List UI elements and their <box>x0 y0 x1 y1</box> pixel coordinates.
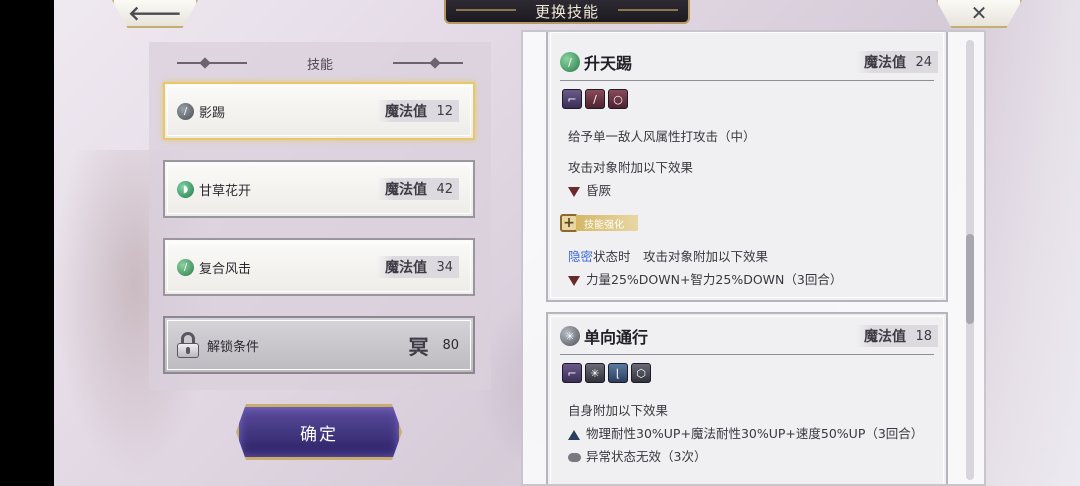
unlock-glyph: 冥 <box>408 334 429 359</box>
skill-item-shadow-kick[interactable]: / 影踢 魔法值 12 <box>163 82 475 140</box>
conditional-effect-intro: 隐密状态时 攻击对象附加以下效果 <box>568 246 768 265</box>
lock-icon <box>177 332 199 358</box>
cloud-icon <box>568 453 581 462</box>
sword-icon: / <box>585 89 605 109</box>
effect-line: 异常状态无效（3次） <box>568 446 706 465</box>
effect-text: 力量25%DOWN+智力25%DOWN（3回合） <box>586 272 843 287</box>
shoe-icon: ⌐ <box>562 363 582 383</box>
wind-skill-icon: / <box>177 258 194 276</box>
mp-label: 魔法值 <box>385 260 427 276</box>
title-decoration <box>456 9 516 11</box>
divider <box>560 354 934 355</box>
mp-value: 12 <box>436 103 453 119</box>
mp-value: 34 <box>436 259 453 275</box>
mp-label: 魔法值 <box>385 104 427 120</box>
hexagon-icon: ⬡ <box>631 363 651 383</box>
skill-list-panel: 技能 / 影踢 魔法值 12 ◗ 甘草花开 魔法值 42 / 复合风击 魔法值 … <box>149 42 491 390</box>
effect-intro: 自身附加以下效果 <box>568 403 669 418</box>
skill-tag-row: ⌐ ✳ ⌊ ⬡ <box>562 363 651 383</box>
mp-value: 24 <box>915 54 932 70</box>
page-title-tab: 更换技能 <box>444 0 690 24</box>
magnifier-icon: ○ <box>608 89 628 109</box>
skill-detail-header: / 升天踢 魔法值 24 <box>560 50 938 74</box>
mp-label: 魔法值 <box>864 55 906 71</box>
close-icon: ✕ <box>970 1 988 25</box>
mp-label: 魔法值 <box>385 182 427 198</box>
unlock-value: 80 <box>442 337 459 353</box>
mp-label: 魔法值 <box>864 329 906 345</box>
confirm-label: 确定 <box>300 424 338 445</box>
condition-text: 状态时 攻击对象附加以下效果 <box>593 249 769 264</box>
mp-cost: 魔法值 42 <box>377 178 459 200</box>
title-decoration <box>618 9 678 11</box>
effect-line: 昏厥 <box>568 180 611 199</box>
background-glow <box>970 0 1080 486</box>
divider <box>560 80 934 81</box>
mp-value: 18 <box>915 328 932 344</box>
wind-skill-icon: / <box>560 52 580 72</box>
boot-icon: ⌊ <box>608 363 628 383</box>
skill-enhance-badge: + 技能强化 <box>560 214 638 232</box>
skill-detail-card: / 升天踢 魔法值 24 ⌐ / ○ 给予单一敌人风属性打攻击（中） 攻击对象附… <box>546 32 948 302</box>
skill-detail-header: ✳ 单向通行 魔法值 18 <box>560 324 938 348</box>
mp-cost: 魔法值 18 <box>856 325 938 347</box>
skill-name: 甘草花开 <box>199 183 252 199</box>
skill-item-locked[interactable]: 解锁条件 冥 80 <box>163 316 475 374</box>
header-divider <box>177 62 247 64</box>
grass-skill-icon: ◗ <box>177 180 194 198</box>
star-icon: ✳ <box>585 363 605 383</box>
mp-cost: 魔法值 24 <box>856 51 938 73</box>
skill-name: 影踢 <box>199 105 226 121</box>
page-title: 更换技能 <box>534 2 599 21</box>
effect-line: 物理耐性30%UP+魔法耐性30%UP+速度50%UP（3回合） <box>568 423 923 442</box>
unlock-condition-label: 解锁条件 <box>207 339 260 355</box>
header-divider <box>393 62 463 64</box>
buff-arrow-icon <box>568 429 580 440</box>
debuff-arrow-icon <box>568 275 580 286</box>
scrollbar-thumb[interactable] <box>966 234 974 324</box>
wind-skill-icon: / <box>177 102 194 120</box>
skill-detail-card: ✳ 单向通行 魔法值 18 ⌐ ✳ ⌊ ⬡ 自身附加以下效果 物理耐性30%UP… <box>546 312 948 484</box>
stealth-keyword-link[interactable]: 隐密 <box>568 249 593 264</box>
skill-list-title: 技能 <box>306 57 333 73</box>
mp-cost: 魔法值 34 <box>377 256 459 278</box>
effect-intro: 攻击对象附加以下效果 <box>568 160 694 175</box>
header-ornament <box>199 57 211 69</box>
confirm-button[interactable]: 确定 <box>236 404 402 460</box>
conditional-effect-line: 力量25%DOWN+智力25%DOWN（3回合） <box>568 269 842 288</box>
skill-tag-row: ⌐ / ○ <box>562 89 628 109</box>
enhance-label: 技能强化 <box>576 215 638 231</box>
effect-text: 昏厥 <box>586 183 612 198</box>
skill-item-licorice-bloom[interactable]: ◗ 甘草花开 魔法值 42 <box>163 160 475 218</box>
skill-name: 复合风击 <box>199 261 252 277</box>
effect-text: 异常状态无效（3次） <box>586 449 707 464</box>
skill-list-header: 技能 <box>149 52 491 74</box>
debuff-arrow-icon <box>568 186 580 197</box>
skill-detail-name: 升天踢 <box>584 54 633 73</box>
skill-description: 给予单一敌人风属性打攻击（中） <box>568 129 756 144</box>
shoe-icon: ⌐ <box>562 89 582 109</box>
skill-detail-panel[interactable]: / 升天踢 魔法值 24 ⌐ / ○ 给予单一敌人风属性打攻击（中） 攻击对象附… <box>521 30 986 486</box>
mp-value: 42 <box>436 181 453 197</box>
skill-detail-name: 单向通行 <box>584 328 649 347</box>
mp-cost: 魔法值 12 <box>377 100 459 122</box>
back-arrow-icon: 🡐 <box>128 1 182 25</box>
skill-item-compound-wind[interactable]: / 复合风击 魔法值 34 <box>163 238 475 296</box>
star-skill-icon: ✳ <box>560 326 580 346</box>
effect-text: 物理耐性30%UP+魔法耐性30%UP+速度50%UP（3回合） <box>586 426 924 441</box>
